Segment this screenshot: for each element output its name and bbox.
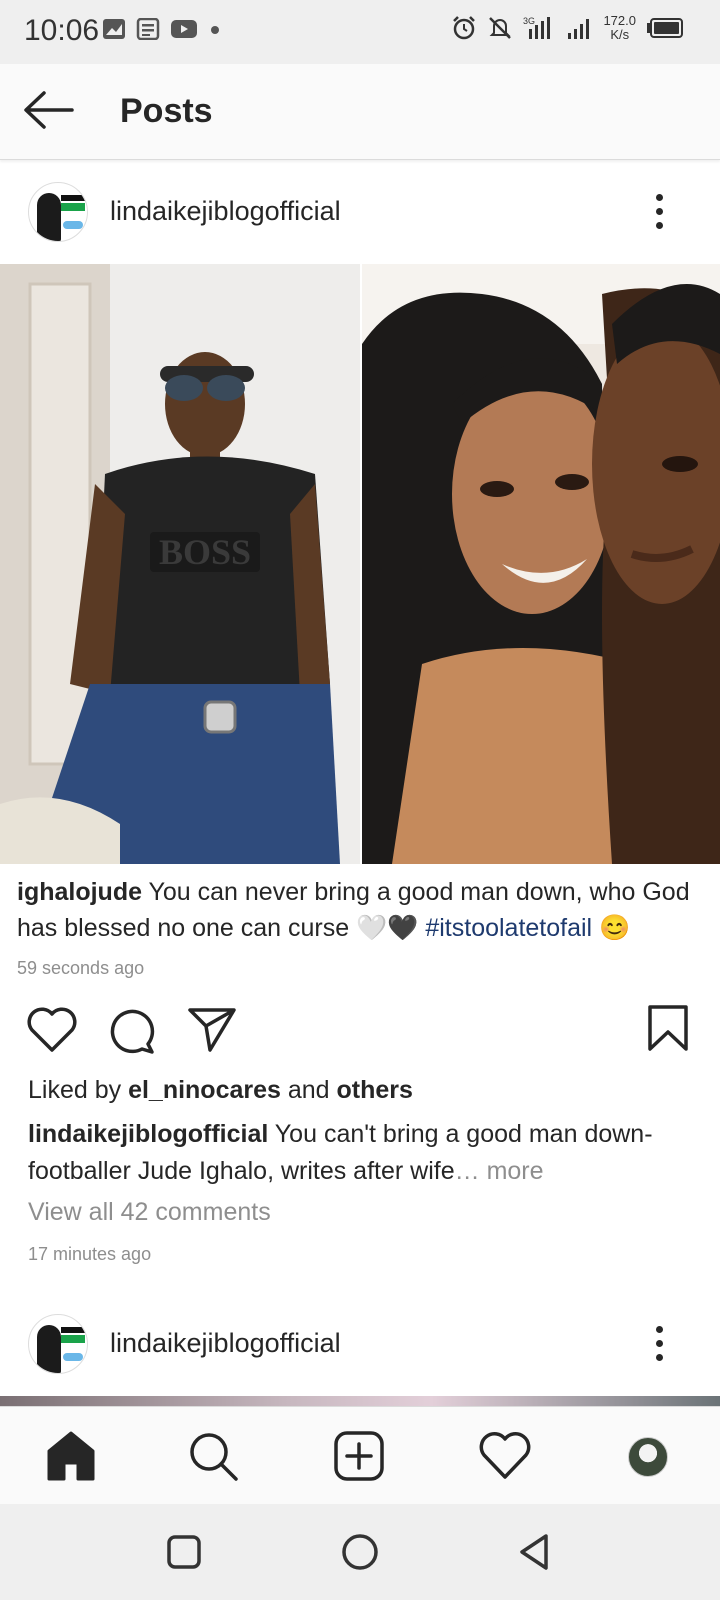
signal-icon — [568, 19, 590, 39]
mute-icon — [489, 17, 512, 39]
signal-3g-icon: 3G — [523, 16, 551, 39]
send-icon[interactable] — [186, 1006, 238, 1054]
caption-username[interactable]: ighalojude — [17, 878, 142, 906]
liked-user[interactable]: el_ninocares — [128, 1076, 281, 1104]
more-vertical-icon[interactable] — [654, 1326, 664, 1362]
status-bar: 10:06 3G 172.0 K/s — [0, 0, 720, 64]
shirt-text: BOSS — [159, 532, 251, 572]
recent-apps-icon[interactable] — [166, 1534, 202, 1570]
caption-timestamp: 59 seconds ago — [17, 958, 145, 978]
comment-icon[interactable] — [106, 1006, 156, 1054]
view-comments-link[interactable]: View all 42 comments — [28, 1198, 271, 1227]
likes-line: Liked by el_ninocares and others — [28, 1076, 413, 1105]
desc-username[interactable]: lindaikejiblogofficial — [28, 1120, 268, 1148]
battery-icon — [647, 18, 683, 38]
gallery-notification-icon — [103, 19, 125, 39]
app-header: Posts — [0, 64, 720, 160]
more-link[interactable]: … more — [455, 1157, 544, 1185]
caption-emoji: 🤍🖤 — [356, 914, 419, 942]
home-circle-icon[interactable] — [340, 1532, 380, 1572]
page-title: Posts — [120, 92, 213, 130]
post-timestamp: 17 minutes ago — [28, 1244, 152, 1264]
network-speed-unit: K/s — [610, 27, 630, 42]
search-icon[interactable] — [186, 1429, 240, 1483]
more-vertical-icon[interactable] — [654, 194, 664, 230]
avatar[interactable] — [28, 182, 88, 242]
back-triangle-icon[interactable] — [516, 1532, 552, 1572]
post-description: lindaikejiblogofficial You can't bring a… — [28, 1116, 698, 1190]
couple-photo — [362, 264, 720, 864]
network-speed: 172.0 K/s — [603, 14, 636, 42]
svg-text:3G: 3G — [523, 16, 535, 26]
man-photo: BOSS — [0, 264, 360, 864]
notification-icons — [102, 18, 222, 40]
dot-icon — [211, 26, 219, 34]
youtube-notification-icon — [171, 20, 197, 38]
avatar[interactable] — [28, 1314, 88, 1374]
system-status-icons: 3G 172.0 K/s — [451, 14, 684, 42]
liked-prefix: Liked by — [28, 1076, 129, 1104]
home-icon[interactable] — [44, 1429, 98, 1483]
activity-heart-icon[interactable] — [478, 1429, 532, 1483]
post-username[interactable]: lindaikejiblogofficial — [110, 1328, 341, 1359]
network-speed-value: 172.0 — [603, 13, 636, 28]
alarm-icon — [453, 16, 476, 40]
system-navigation-bar — [0, 1504, 720, 1600]
post-username[interactable]: lindaikejiblogofficial — [110, 196, 341, 227]
add-post-icon[interactable] — [332, 1429, 386, 1483]
profile-avatar[interactable] — [628, 1437, 668, 1477]
bookmark-icon[interactable] — [646, 1004, 690, 1052]
post-header: lindaikejiblogofficial — [0, 1294, 720, 1394]
post-image-left[interactable]: BOSS — [0, 264, 360, 864]
caption-hashtag[interactable]: #itstoolatetofail — [425, 914, 592, 942]
post-header: lindaikejiblogofficial — [0, 162, 720, 262]
caption-end-emoji: 😊 — [599, 914, 631, 942]
post-image-right[interactable] — [362, 264, 720, 864]
post-actions — [0, 1000, 720, 1060]
liked-mid: and — [280, 1076, 337, 1104]
liked-others[interactable]: others — [337, 1076, 413, 1104]
arrow-left-icon[interactable] — [22, 88, 76, 132]
heart-icon[interactable] — [26, 1006, 78, 1054]
status-time: 10:06 — [24, 14, 100, 47]
post-caption: ighalojude You can never bring a good ma… — [17, 874, 707, 946]
bottom-navigation — [0, 1406, 720, 1504]
news-notification-icon — [136, 18, 160, 40]
